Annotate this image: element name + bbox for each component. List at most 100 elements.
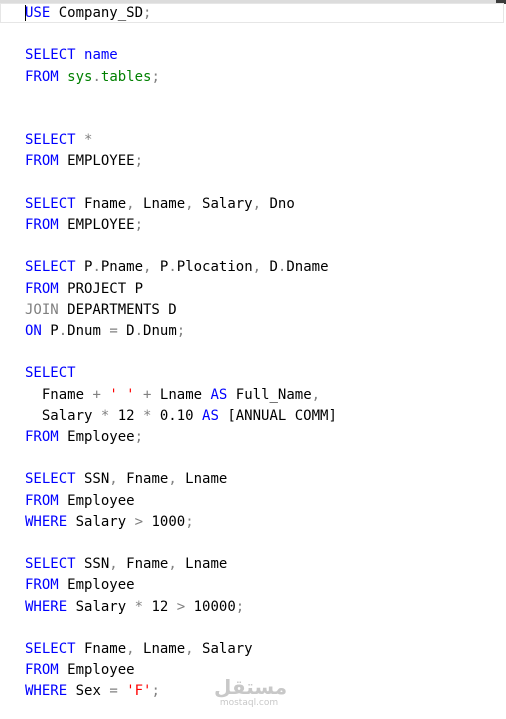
code-token: FROM	[25, 280, 59, 297]
code-token: D	[117, 323, 135, 339]
code-token: Salary	[193, 195, 253, 212]
code-line[interactable]: FROM Employee	[25, 575, 135, 596]
code-token: SELECT	[25, 259, 76, 276]
code-token: tables	[100, 68, 152, 85]
code-token: ;	[134, 429, 144, 445]
watermark-logo-text: مستقل	[214, 675, 288, 699]
code-token: Dnum	[67, 323, 110, 339]
code-token: JOIN	[25, 301, 59, 318]
code-token: ,	[168, 471, 177, 488]
code-token: DEPARTMENTS D	[58, 301, 177, 318]
code-token: ,	[109, 556, 118, 573]
code-line[interactable]: JOIN DEPARTMENTS D	[25, 300, 177, 321]
sql-query-editor[interactable]: USE Company_SD; SELECT name FROM sys.table…	[0, 0, 506, 719]
code-line[interactable]: SELECT SSN, Fname, Lname	[25, 469, 227, 490]
code-token: >	[176, 598, 186, 615]
code-token: ,	[185, 641, 194, 657]
code-token: SELECT	[25, 195, 76, 212]
code-line[interactable]: Fname + ' ' + Lname AS Full_Name,	[25, 385, 320, 406]
code-token: Employee	[58, 492, 135, 509]
code-token: SSN	[75, 556, 110, 573]
code-line[interactable]: SELECT name	[25, 45, 118, 66]
code-token: ;	[134, 217, 144, 233]
code-token: ;	[151, 683, 160, 700]
code-line[interactable]: FROM PROJECT P	[25, 279, 143, 300]
code-line[interactable]: WHERE Sex = 'F';	[25, 681, 160, 702]
code-token: Employee	[58, 577, 135, 594]
code-token: WHERE	[25, 513, 68, 530]
code-token: .	[168, 259, 177, 276]
code-token: Fname	[117, 471, 169, 488]
code-line[interactable]: WHERE Salary > 1000;	[25, 512, 194, 533]
code-token: FROM	[25, 429, 59, 445]
code-token: SELECT	[25, 556, 76, 573]
code-token: FROM	[25, 492, 59, 509]
mostaql-watermark: مستقل mostaql.com	[214, 675, 288, 712]
code-token: *	[134, 598, 144, 615]
code-token: SELECT	[25, 132, 76, 149]
code-token: AS	[202, 407, 219, 424]
code-line[interactable]: FROM Employee;	[25, 427, 143, 448]
code-token: =	[109, 323, 118, 339]
code-token: ,	[185, 195, 194, 212]
code-line[interactable]: Salary * 12 * 0.10 AS [ANNUAL COMM]	[25, 406, 337, 427]
code-line[interactable]: SELECT P.Pname, P.Plocation, D.Dname	[25, 257, 329, 278]
code-token: Employee	[58, 429, 135, 445]
code-line[interactable]: SELECT SSN, Fname, Lname	[25, 554, 227, 575]
code-token: ,	[252, 195, 262, 212]
code-token: *	[84, 132, 93, 149]
code-line[interactable]: SELECT	[25, 363, 76, 384]
code-token: SELECT	[25, 471, 76, 488]
code-token: FROM	[25, 217, 59, 233]
code-token: 'F'	[126, 683, 152, 700]
code-line[interactable]: FROM EMPLOYEE;	[25, 151, 143, 172]
code-line[interactable]: ON P.Dnum = D.Dnum;	[25, 321, 185, 342]
code-token: ;	[143, 5, 152, 21]
code-token: Salary	[67, 598, 135, 615]
code-line[interactable]: USE Company_SD;	[25, 3, 151, 24]
code-token: Salary	[193, 641, 253, 657]
code-token: SELECT	[25, 641, 76, 657]
code-token: ;	[151, 68, 160, 85]
code-token: .	[134, 323, 144, 339]
code-token: Fname	[75, 641, 127, 657]
code-token: >	[134, 513, 144, 530]
code-line[interactable]: WHERE Salary * 12 > 10000;	[25, 597, 244, 618]
code-line[interactable]: FROM Employee	[25, 491, 135, 512]
code-token: P	[151, 259, 169, 276]
code-token: Salary	[25, 407, 101, 424]
code-token: FROM	[25, 577, 59, 594]
code-token: .	[58, 323, 68, 339]
code-token: SSN	[75, 471, 110, 488]
code-line[interactable]: FROM sys.tables;	[25, 67, 160, 88]
code-token: Dno	[261, 195, 295, 212]
code-token: sys	[67, 68, 93, 85]
code-line[interactable]: SELECT *	[25, 130, 92, 151]
code-line[interactable]: FROM Employee	[25, 660, 135, 681]
code-token: 10000	[185, 598, 236, 615]
code-token: Fname	[117, 556, 169, 573]
code-token: ,	[252, 259, 262, 276]
code-token: 12	[109, 407, 144, 424]
code-line[interactable]: SELECT Fname, Lname, Salary, Dno	[25, 194, 295, 215]
code-token: EMPLOYEE	[58, 217, 135, 233]
code-token: Dnum	[143, 323, 177, 339]
code-token: ,	[168, 556, 177, 573]
code-token: Plocation	[176, 259, 253, 276]
code-token: ;	[176, 323, 186, 339]
code-token: [ANNUAL COMM]	[218, 407, 337, 424]
code-token: Lname	[176, 471, 228, 488]
code-token: SELECT	[25, 365, 76, 382]
code-line[interactable]: FROM EMPLOYEE;	[25, 215, 143, 236]
watermark-url: mostaql.com	[219, 698, 279, 708]
code-line[interactable]: SELECT Fname, Lname, Salary	[25, 639, 253, 660]
code-token: P	[75, 259, 93, 276]
code-token: FROM	[25, 68, 59, 85]
code-token: ,	[126, 641, 135, 657]
code-token: WHERE	[25, 598, 68, 615]
code-token: Company_SD	[50, 5, 144, 21]
